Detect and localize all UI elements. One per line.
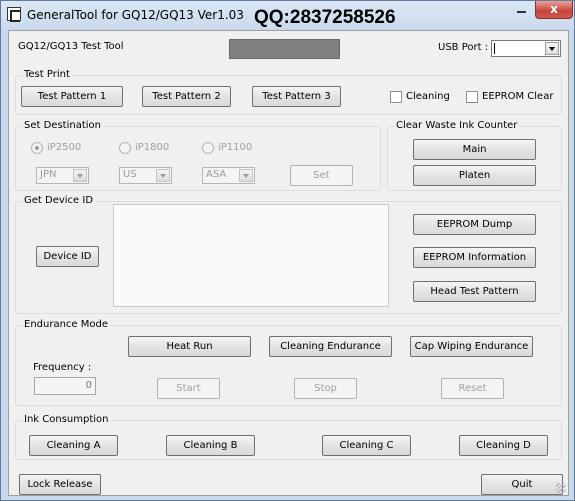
platen-button[interactable]: Platen xyxy=(413,165,536,186)
cleaning-d-button[interactable]: Cleaning D xyxy=(459,435,548,456)
frequency-label: Frequency : xyxy=(33,362,92,373)
cleaning-label: Cleaning xyxy=(406,91,450,102)
stop-button[interactable]: Stop xyxy=(294,378,357,399)
eeprom-clear-label: EEPROM Clear xyxy=(482,91,554,102)
cleaning-a-button[interactable]: Cleaning A xyxy=(29,435,118,456)
main-button[interactable]: Main xyxy=(413,139,536,160)
head-test-pattern-button[interactable]: Head Test Pattern xyxy=(413,281,536,302)
chevron-down-icon[interactable] xyxy=(73,169,87,182)
chevron-down-icon[interactable] xyxy=(545,42,559,55)
us-select[interactable]: US xyxy=(119,167,172,184)
jpn-select-value: JPN xyxy=(40,169,57,180)
eeprom-clear-checkbox[interactable] xyxy=(466,91,478,103)
set-button[interactable]: Set xyxy=(290,165,353,186)
text-cursor xyxy=(494,43,495,54)
app-icon[interactable] xyxy=(7,7,21,22)
frequency-field[interactable]: 0 xyxy=(34,377,96,395)
radio-ip1800-label: iP1800 xyxy=(135,142,170,153)
test-pattern-1-button[interactable]: Test Pattern 1 xyxy=(21,86,123,107)
watermark-text: QQ:2837258526 xyxy=(254,7,396,28)
title-bar[interactable]: GeneralTool for GQ12/GQ13 Ver1.03 QQ:283… xyxy=(1,1,574,29)
device-id-button[interactable]: Device ID xyxy=(36,246,99,267)
jpn-select[interactable]: JPN xyxy=(36,167,89,184)
test-pattern-3-button[interactable]: Test Pattern 3 xyxy=(252,86,341,107)
app-window: GeneralTool for GQ12/GQ13 Ver1.03 QQ:283… xyxy=(0,0,575,501)
cleaning-checkbox[interactable] xyxy=(390,91,402,103)
chevron-down-icon[interactable] xyxy=(239,169,253,182)
resize-grip[interactable] xyxy=(556,483,566,493)
test-pattern-2-button[interactable]: Test Pattern 2 xyxy=(142,86,231,107)
ink-consumption-group: Ink Consumption Cleaning A Cleaning B Cl… xyxy=(15,414,562,460)
radio-ip2500-label: iP2500 xyxy=(47,142,82,153)
minimize-button[interactable] xyxy=(509,1,534,19)
asa-select[interactable]: ASA xyxy=(202,167,255,184)
device-id-group: Get Device ID Device ID EEPROM Dump EEPR… xyxy=(15,195,562,314)
radio-ip1100-label: iP1100 xyxy=(218,142,253,153)
test-print-group: Test Print Test Pattern 1 Test Pattern 2… xyxy=(15,69,562,115)
us-select-value: US xyxy=(123,169,137,180)
radio-ip1100[interactable] xyxy=(202,142,214,154)
chevron-down-icon[interactable] xyxy=(156,169,170,182)
dialog-client-area: GQ12/GQ13 Test Tool USB Port : Test Prin… xyxy=(8,30,569,496)
quit-button[interactable]: Quit xyxy=(481,474,563,495)
device-id-title: Get Device ID xyxy=(22,195,96,206)
clear-waste-ink-group: Clear Waste Ink Counter Main Platen xyxy=(387,120,562,191)
test-print-title: Test Print xyxy=(22,69,72,80)
reset-button[interactable]: Reset xyxy=(441,378,504,399)
radio-ip1800[interactable] xyxy=(119,142,131,154)
close-button[interactable]: x xyxy=(535,1,573,19)
usb-port-label: USB Port : xyxy=(438,42,489,53)
cleaning-c-button[interactable]: Cleaning C xyxy=(322,435,411,456)
eeprom-information-button[interactable]: EEPROM Information xyxy=(413,247,536,268)
device-id-output[interactable] xyxy=(113,204,389,307)
status-box xyxy=(229,39,340,59)
lock-release-button[interactable]: Lock Release xyxy=(19,474,101,495)
eeprom-dump-button[interactable]: EEPROM Dump xyxy=(413,214,536,235)
clear-waste-ink-title: Clear Waste Ink Counter xyxy=(394,120,520,131)
cap-wiping-endurance-button[interactable]: Cap Wiping Endurance xyxy=(410,336,533,357)
cleaning-endurance-button[interactable]: Cleaning Endurance xyxy=(269,336,392,357)
usb-port-select[interactable] xyxy=(491,40,561,57)
endurance-mode-title: Endurance Mode xyxy=(22,319,110,330)
ink-consumption-title: Ink Consumption xyxy=(22,414,111,425)
start-button[interactable]: Start xyxy=(157,378,220,399)
endurance-mode-group: Endurance Mode Heat Run Cleaning Enduran… xyxy=(15,319,562,406)
set-destination-title: Set Destination xyxy=(22,120,103,131)
asa-select-value: ASA xyxy=(206,169,227,180)
window-title: GeneralTool for GQ12/GQ13 Ver1.03 xyxy=(27,8,244,22)
set-destination-group: Set Destination iP2500 iP1800 iP1100 JPN… xyxy=(15,120,381,191)
app-label: GQ12/GQ13 Test Tool xyxy=(18,41,124,52)
radio-ip2500[interactable] xyxy=(31,142,43,154)
heat-run-button[interactable]: Heat Run xyxy=(128,336,251,357)
cleaning-b-button[interactable]: Cleaning B xyxy=(166,435,255,456)
